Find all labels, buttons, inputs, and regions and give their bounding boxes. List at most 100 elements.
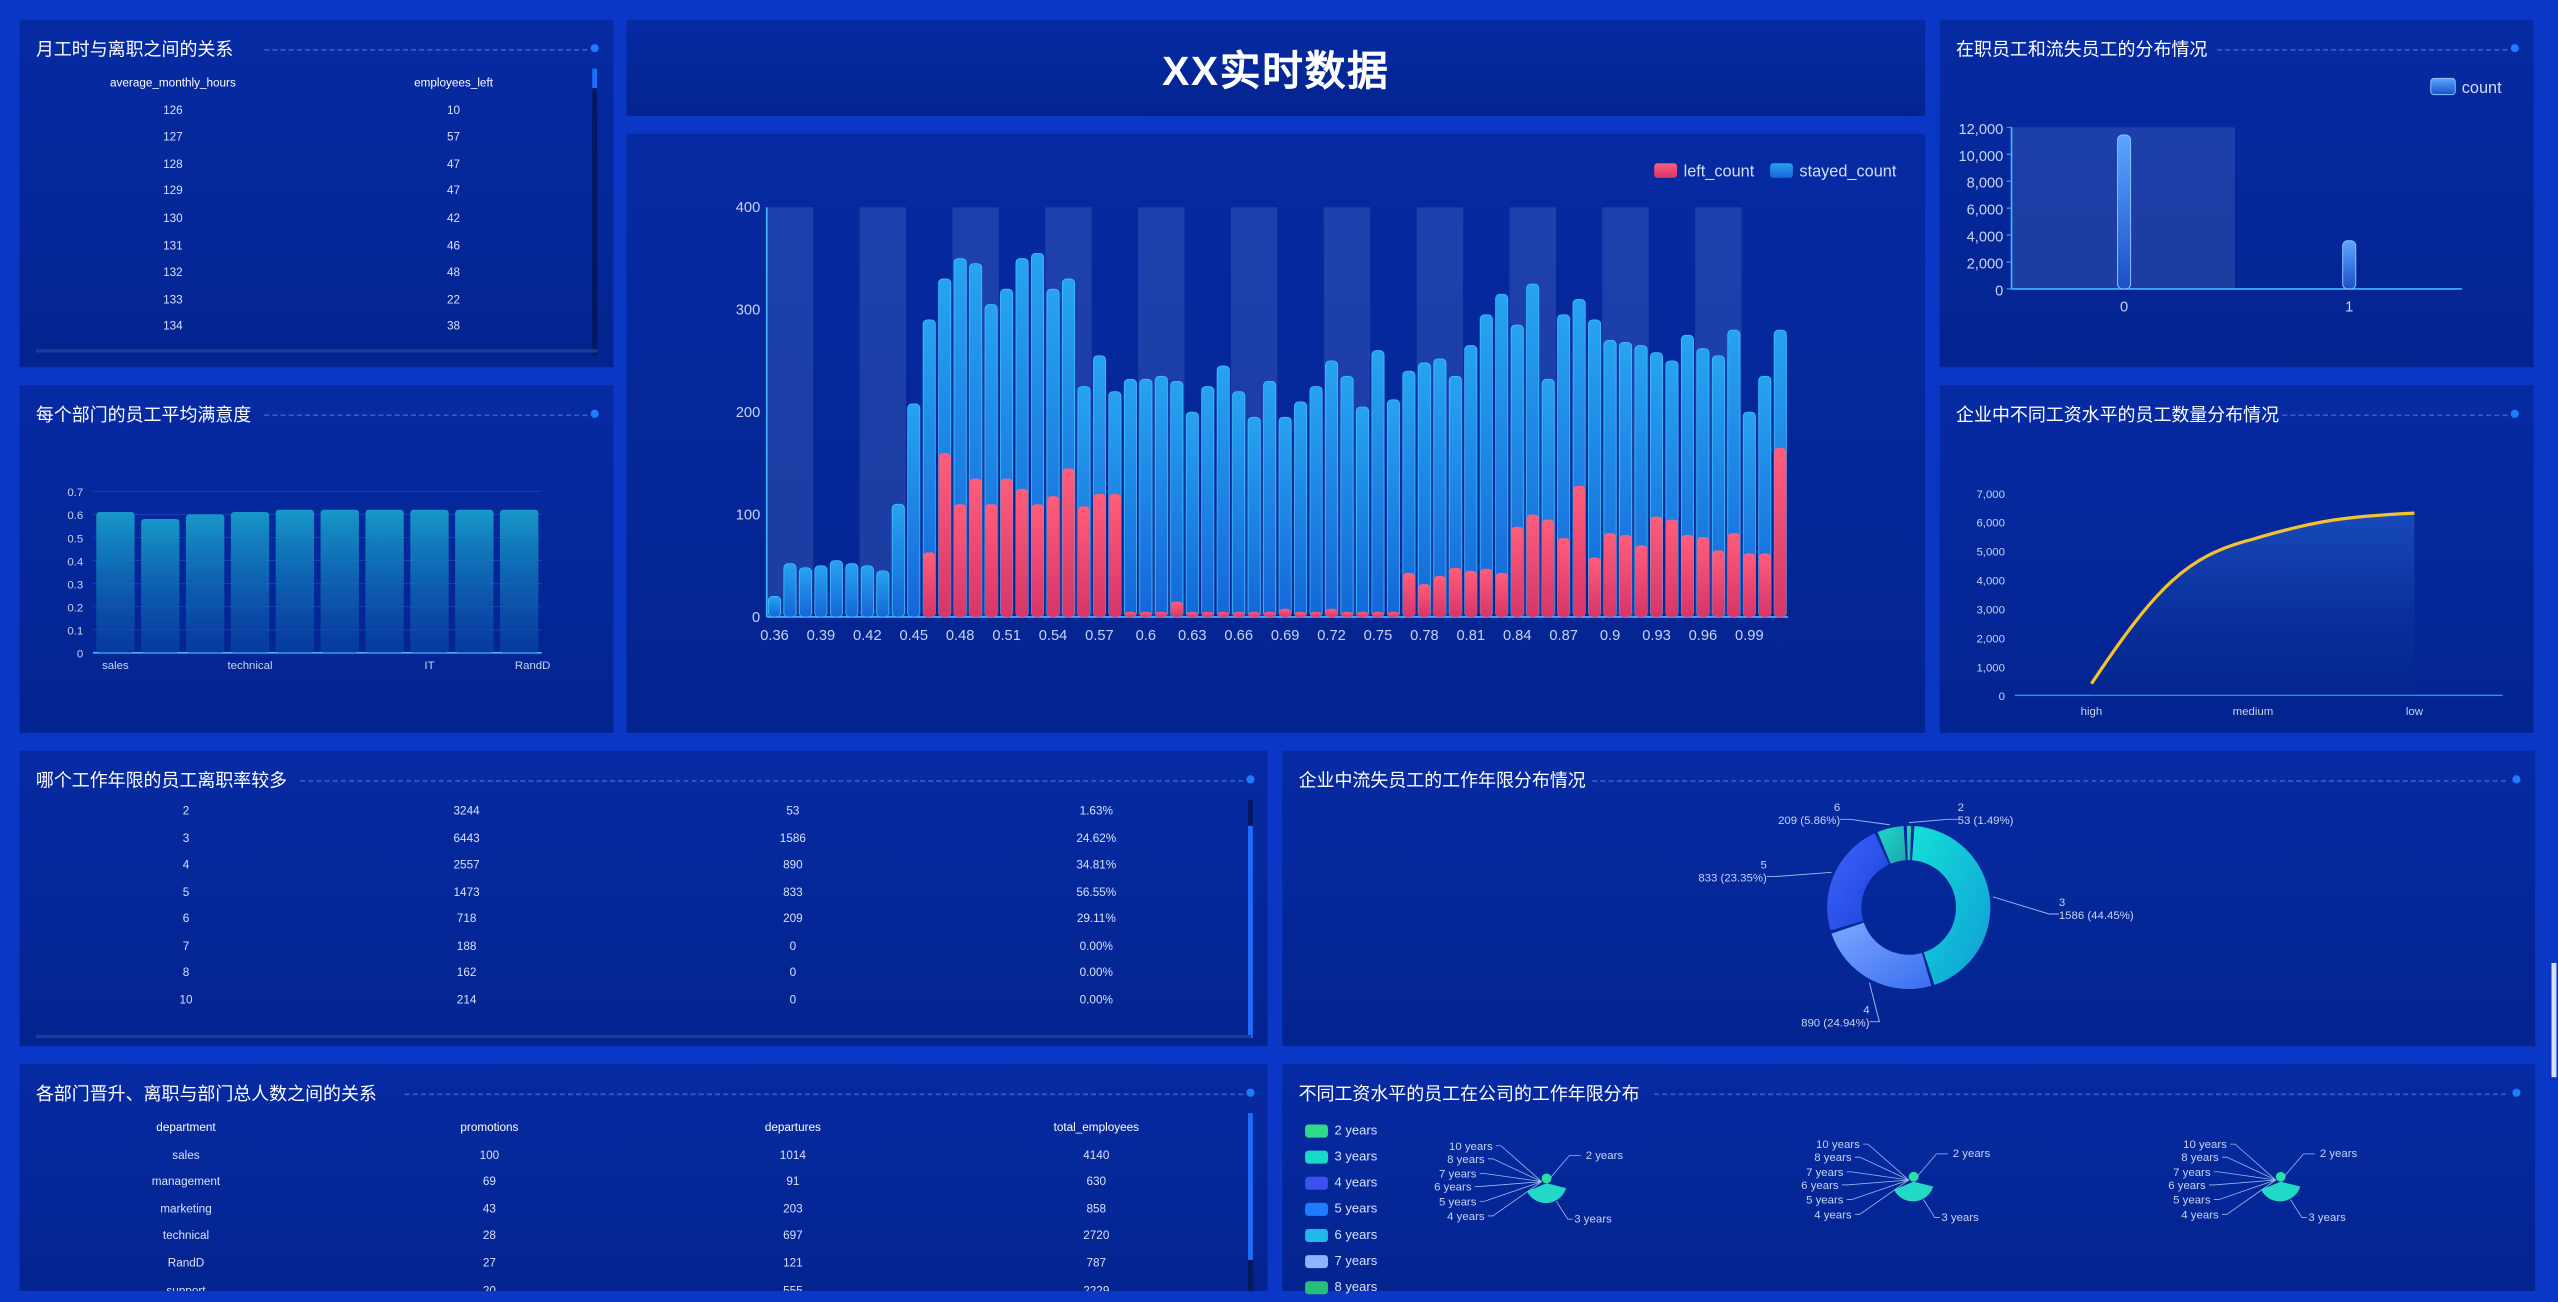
table-row[interactable]: 131 46	[20, 238, 594, 264]
slice-label-id: 2	[1958, 802, 1964, 814]
tenure-table-panel: 哪个工作年限的员工离职率较多 2 3244 53 1.63% 3 6443 1586 24.6…	[19, 750, 1268, 1047]
horizontal-scrollbar[interactable]	[35, 349, 598, 353]
table-row[interactable]: marketing 43 203 858	[20, 1201, 1247, 1227]
table-row[interactable]: RandD 27 121 787	[20, 1255, 1247, 1281]
x-tick-label: 0.87	[1549, 628, 1578, 644]
table-row[interactable]: 129 47	[20, 183, 594, 209]
table-row[interactable]: 128 47	[20, 156, 594, 182]
table-row[interactable]: 8 162 0 0.00%	[20, 965, 1247, 991]
stayed-bar	[1325, 360, 1339, 618]
table-cell: 1014	[779, 1146, 806, 1162]
y-tick-label: 2,000	[1976, 633, 2005, 645]
table-row[interactable]: 130 42	[20, 211, 594, 237]
table-row[interactable]: sales 100 1014 4140	[20, 1147, 1247, 1173]
y-tick-label: 1,000	[1976, 662, 2005, 674]
table-cell: 630	[1086, 1173, 1107, 1189]
table-cell: 718	[456, 910, 477, 926]
left-bar	[1186, 611, 1199, 617]
left-bar	[1309, 611, 1323, 617]
left-bar	[1371, 611, 1385, 617]
table-row[interactable]: 133 22	[20, 292, 594, 318]
panel-title: 月工时与离职之间的关系	[35, 40, 234, 61]
table-cell: support	[166, 1282, 206, 1291]
table-row[interactable]: 3 6443 1586 24.62%	[20, 830, 1247, 856]
scrollbar-thumb[interactable]	[1248, 825, 1253, 1039]
table-row[interactable]: 132 48	[20, 265, 594, 291]
x-tick-label: technical	[228, 660, 273, 672]
scrollbar-thumb[interactable]	[1248, 1113, 1253, 1260]
pie-label: 4 years	[2181, 1209, 2219, 1221]
table-cell: 1586	[779, 829, 806, 845]
pie-label: 3 years	[1574, 1213, 1612, 1225]
y-tick-label: 0.7	[67, 487, 83, 499]
table-cell: 3244	[453, 802, 480, 818]
table-row[interactable]: 126 10	[20, 102, 594, 128]
axis-band	[766, 207, 814, 617]
bar	[320, 509, 359, 653]
left-bar	[1325, 608, 1338, 617]
right-scrollbar[interactable]	[2551, 962, 2557, 1078]
table-row[interactable]: 7 188 0 0.00%	[20, 938, 1247, 964]
pie-slice	[1526, 1183, 1567, 1204]
table-cell: 29.11%	[1076, 910, 1116, 926]
table-cell: 47	[447, 183, 461, 199]
title-dot	[590, 44, 599, 53]
satisfaction-chart: 0 0.1 0.2 0.3 0.4 0.5 0.6 0.7 sales technical IT Ra…	[67, 487, 550, 672]
donut-slice	[1831, 922, 1932, 990]
table-row[interactable]: 6 718 209 29.11%	[20, 911, 1247, 937]
title-dot	[1246, 775, 1255, 784]
pie-label: 10 years	[1816, 1139, 1860, 1151]
table-cell: 2229	[1083, 1282, 1110, 1291]
leader-line	[2283, 1153, 2315, 1178]
x-tick-label: 0.66	[1224, 628, 1253, 644]
y-tick-label: 4,000	[1976, 576, 2005, 588]
x-tick-label: 0.36	[760, 628, 789, 644]
left-bar	[1743, 553, 1756, 617]
scrollbar-thumb[interactable]	[592, 68, 598, 89]
column-header: departures	[764, 1119, 821, 1135]
left-bar	[1248, 611, 1261, 617]
table-row[interactable]: 134 38	[20, 319, 594, 345]
stayed-bar	[1263, 380, 1277, 618]
table-row[interactable]: 10 214 0 0.00%	[20, 992, 1247, 1018]
table-cell: 126	[163, 102, 183, 117]
table-cell: 134	[163, 318, 183, 334]
title-panel: XX实时数据	[626, 19, 1926, 116]
table-row[interactable]: 5 1473 833 56.55%	[20, 884, 1247, 910]
stayed-bar	[1371, 350, 1385, 618]
table-cell: 2	[182, 802, 190, 818]
x-tick-label: IT	[424, 660, 434, 672]
scrollbar[interactable]	[1248, 799, 1253, 1039]
left-bar	[1418, 584, 1431, 617]
table-cell: 1473	[453, 883, 480, 899]
pie-label: 2 years	[1586, 1150, 1624, 1162]
y-tick-label: 8,000	[1967, 176, 2004, 192]
table-row[interactable]: 4 2557 890 34.81%	[20, 857, 1247, 883]
stayed-bar	[860, 565, 874, 618]
table-cell: 133	[163, 291, 183, 307]
distribution-panel: 在职员工和流失员工的分布情况 0 2,000 4,000 6,000 8,000 10,0…	[1939, 19, 2534, 368]
table-row[interactable]: technical 28 697 2720	[20, 1228, 1247, 1254]
table-cell: 890	[783, 856, 803, 872]
scrollbar[interactable]	[1248, 1113, 1253, 1291]
pie-label: 3 years	[1941, 1212, 1979, 1224]
y-tick-label: 0.4	[67, 556, 84, 568]
table-cell: 121	[783, 1255, 803, 1270]
title-divider	[264, 48, 588, 52]
y-tick-label: 0.6	[67, 510, 83, 522]
legend-swatch-left	[1654, 163, 1678, 178]
table-row[interactable]: 2 3244 53 1.63%	[20, 803, 1247, 829]
leader-line	[1487, 1158, 1542, 1183]
pie-label: 10 years	[2183, 1139, 2227, 1151]
x-tick-label: 0.6	[1136, 628, 1156, 644]
bar	[2342, 240, 2357, 290]
leader-line	[1841, 1179, 1909, 1186]
table-row[interactable]: management 69 91 630	[20, 1174, 1247, 1200]
scrollbar[interactable]	[592, 68, 598, 356]
horizontal-scrollbar[interactable]	[35, 1034, 1252, 1039]
table-cell: 188	[456, 937, 477, 953]
pie-slice	[2261, 1181, 2301, 1202]
x-tick-label: 0.75	[1364, 628, 1393, 644]
table-row[interactable]: 127 57	[20, 129, 594, 155]
table-row[interactable]: support 20 555 2229	[20, 1282, 1247, 1291]
